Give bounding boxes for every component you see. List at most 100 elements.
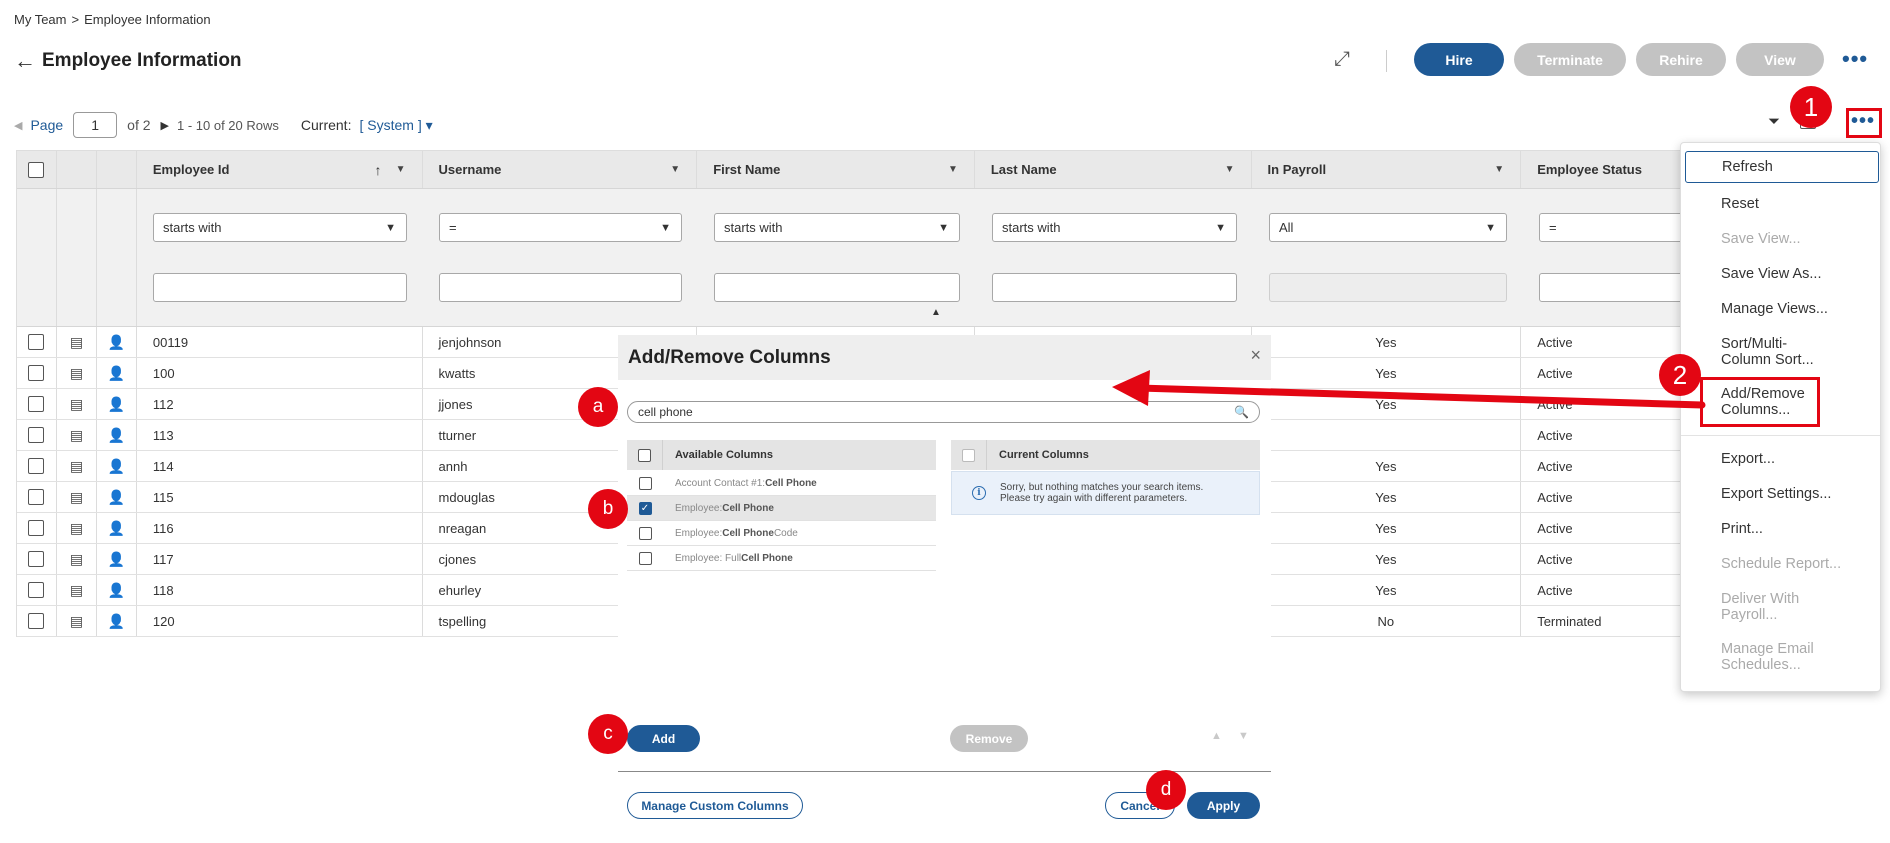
- resize-handle-icon[interactable]: ▲: [931, 307, 941, 318]
- hire-button[interactable]: Hire: [1414, 43, 1504, 76]
- page-number-input[interactable]: 1: [73, 112, 118, 138]
- breadcrumb-my-team[interactable]: My Team: [14, 12, 67, 27]
- sort-ascending-icon[interactable]: ↑: [375, 162, 382, 178]
- column-header-last-name[interactable]: Last Name ▼: [975, 151, 1252, 188]
- prev-page-icon[interactable]: ◀: [14, 119, 22, 132]
- menu-item-sort[interactable]: Sort/Multi- Column Sort...: [1721, 336, 1814, 368]
- row-checkbox[interactable]: [28, 396, 45, 412]
- filter-operator-first-name[interactable]: starts with ▼: [714, 213, 960, 242]
- row-checkbox[interactable]: [28, 520, 45, 536]
- select-all-current-checkbox[interactable]: [962, 448, 975, 462]
- select-all-available-checkbox[interactable]: [638, 448, 651, 462]
- edit-person-icon[interactable]: 👤: [108, 458, 125, 475]
- current-view-select[interactable]: [ System ] ▾: [359, 117, 432, 134]
- edit-person-icon[interactable]: 👤: [108, 489, 125, 506]
- edit-person-icon[interactable]: 👤: [108, 520, 125, 537]
- filter-operator-employee-id[interactable]: starts with ▼: [153, 213, 407, 242]
- edit-person-icon[interactable]: 👤: [108, 613, 125, 630]
- search-icon[interactable]: 🔍: [1234, 405, 1249, 419]
- column-checkbox[interactable]: [638, 551, 652, 565]
- row-checkbox[interactable]: [28, 334, 45, 350]
- profile-card-icon[interactable]: ▤: [70, 396, 83, 413]
- edit-person-icon[interactable]: 👤: [108, 334, 125, 351]
- terminate-button[interactable]: Terminate: [1514, 43, 1626, 76]
- filter-input-username[interactable]: [439, 273, 682, 302]
- menu-item-export-settings[interactable]: Export Settings...: [1721, 486, 1831, 502]
- move-up-icon[interactable]: ▲: [1211, 730, 1222, 742]
- filter-input-first-name[interactable]: [714, 273, 960, 302]
- menu-item-reset[interactable]: Reset: [1721, 196, 1759, 212]
- remove-button[interactable]: Remove: [950, 725, 1028, 752]
- menu-item-manage-views[interactable]: Manage Views...: [1721, 301, 1828, 317]
- menu-item-refresh[interactable]: Refresh: [1685, 151, 1879, 183]
- profile-card-icon[interactable]: ▤: [70, 334, 83, 351]
- profile-card-icon[interactable]: ▤: [70, 613, 83, 630]
- filter-operator-username[interactable]: = ▼: [439, 213, 682, 242]
- column-header-username[interactable]: Username ▼: [423, 151, 698, 188]
- available-column-item[interactable]: Employee: Cell Phone Code: [627, 521, 936, 546]
- cell-payroll: Yes: [1252, 544, 1522, 574]
- edit-person-icon[interactable]: 👤: [108, 396, 125, 413]
- filter-operator-employee-status[interactable]: =: [1539, 213, 1689, 242]
- expand-icon[interactable]: ⤢: [1334, 48, 1350, 71]
- column-menu-icon[interactable]: ▼: [1225, 164, 1235, 175]
- row-checkbox[interactable]: [28, 551, 45, 567]
- available-column-item[interactable]: ✓ Employee: Cell Phone: [627, 496, 936, 521]
- filter-operator-in-payroll[interactable]: All ▼: [1269, 213, 1507, 242]
- row-checkbox[interactable]: [28, 427, 45, 443]
- row-checkbox[interactable]: [28, 458, 45, 474]
- next-page-icon[interactable]: ▶: [161, 119, 169, 132]
- checked-checkbox-icon[interactable]: ✓: [638, 501, 652, 515]
- profile-card-icon[interactable]: ▤: [70, 520, 83, 537]
- menu-item-export[interactable]: Export...: [1721, 451, 1775, 467]
- profile-card-icon[interactable]: ▤: [70, 365, 83, 382]
- filter-icon[interactable]: ⏷: [1768, 113, 1780, 130]
- column-header-employee-id[interactable]: Employee Id ↑ ▼: [137, 151, 423, 188]
- menu-item-save-view-as[interactable]: Save View As...: [1721, 266, 1821, 282]
- menu-item-print[interactable]: Print...: [1721, 521, 1763, 537]
- edit-person-icon[interactable]: 👤: [108, 427, 125, 444]
- profile-card-icon[interactable]: ▤: [70, 458, 83, 475]
- move-down-icon[interactable]: ▼: [1238, 730, 1249, 742]
- rehire-button[interactable]: Rehire: [1636, 43, 1726, 76]
- row-checkbox[interactable]: [28, 613, 45, 629]
- available-column-item[interactable]: Employee: Full Cell Phone: [627, 546, 936, 571]
- page-more-icon[interactable]: •••: [1842, 46, 1868, 72]
- column-menu-icon[interactable]: ▼: [948, 164, 958, 175]
- edit-person-icon[interactable]: 👤: [108, 582, 125, 599]
- column-header-in-payroll[interactable]: In Payroll ▼: [1252, 151, 1522, 188]
- profile-card-icon[interactable]: ▤: [70, 427, 83, 444]
- row-icon-cell: ▤: [57, 544, 97, 574]
- edit-person-icon[interactable]: 👤: [108, 365, 125, 382]
- column-search-input[interactable]: cell phone 🔍: [627, 401, 1260, 423]
- column-menu-icon[interactable]: ▼: [396, 164, 406, 175]
- filter-input-employee-status[interactable]: [1539, 273, 1689, 302]
- column-checkbox[interactable]: [638, 526, 652, 540]
- view-button[interactable]: View: [1736, 43, 1824, 76]
- available-columns-title: Available Columns: [675, 449, 774, 461]
- profile-card-icon[interactable]: ▤: [70, 489, 83, 506]
- column-header-first-name[interactable]: First Name ▼: [697, 151, 975, 188]
- profile-card-icon[interactable]: ▤: [70, 551, 83, 568]
- column-checkbox[interactable]: [638, 476, 652, 490]
- profile-card-icon[interactable]: ▤: [70, 582, 83, 599]
- select-all-checkbox[interactable]: [28, 161, 45, 178]
- breadcrumb: My Team > Employee Information: [14, 12, 211, 27]
- row-checkbox[interactable]: [28, 489, 45, 505]
- row-checkbox[interactable]: [28, 365, 45, 381]
- column-menu-icon[interactable]: ▼: [1494, 164, 1504, 175]
- filter-input-employee-id[interactable]: [153, 273, 407, 302]
- close-icon[interactable]: ×: [1250, 345, 1261, 366]
- apply-button[interactable]: Apply: [1187, 792, 1260, 819]
- menu-divider: [1681, 435, 1880, 436]
- row-checkbox[interactable]: [28, 582, 45, 598]
- back-arrow-icon[interactable]: ←: [14, 48, 42, 74]
- filter-input-last-name[interactable]: [992, 273, 1237, 302]
- manage-custom-columns-button[interactable]: Manage Custom Columns: [627, 792, 803, 819]
- available-column-item[interactable]: Account Contact #1: Cell Phone: [627, 471, 936, 496]
- filter-operator-last-name[interactable]: starts with ▼: [992, 213, 1237, 242]
- edit-person-icon[interactable]: 👤: [108, 551, 125, 568]
- add-button[interactable]: Add: [627, 725, 700, 752]
- column-header-employee-status[interactable]: Employee Status: [1521, 151, 1689, 188]
- column-menu-icon[interactable]: ▼: [670, 164, 680, 175]
